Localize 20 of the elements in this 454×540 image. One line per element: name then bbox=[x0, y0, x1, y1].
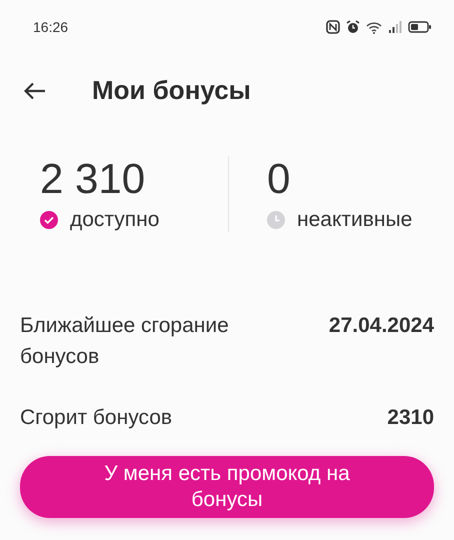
bonus-status-label: неактивные bbox=[297, 208, 412, 232]
battery-icon bbox=[408, 21, 432, 33]
promo-code-button[interactable]: У меня есть промокод на бонусы bbox=[20, 456, 434, 518]
bonus-status-label: доступно bbox=[70, 208, 160, 232]
check-icon bbox=[40, 211, 58, 229]
nfc-icon bbox=[326, 20, 340, 34]
bonus-count: 0 bbox=[267, 156, 292, 202]
detail-value: 2310 bbox=[387, 405, 434, 431]
status-time: 16:26 bbox=[33, 19, 68, 35]
clock-icon bbox=[267, 211, 285, 229]
alarm-icon bbox=[346, 20, 360, 34]
page-title: Мои бонусы bbox=[92, 75, 251, 106]
detail-label: Сгорит бонусов bbox=[20, 405, 174, 431]
signal-icon bbox=[388, 21, 402, 33]
wifi-icon bbox=[366, 20, 382, 34]
back-arrow-icon bbox=[24, 82, 46, 100]
back-button[interactable] bbox=[24, 80, 48, 100]
detail-label: Ближайшее сгорание бонусов bbox=[20, 313, 230, 370]
detail-value: 27.04.2024 bbox=[328, 313, 434, 339]
bonus-count: 2 310 bbox=[40, 156, 146, 202]
